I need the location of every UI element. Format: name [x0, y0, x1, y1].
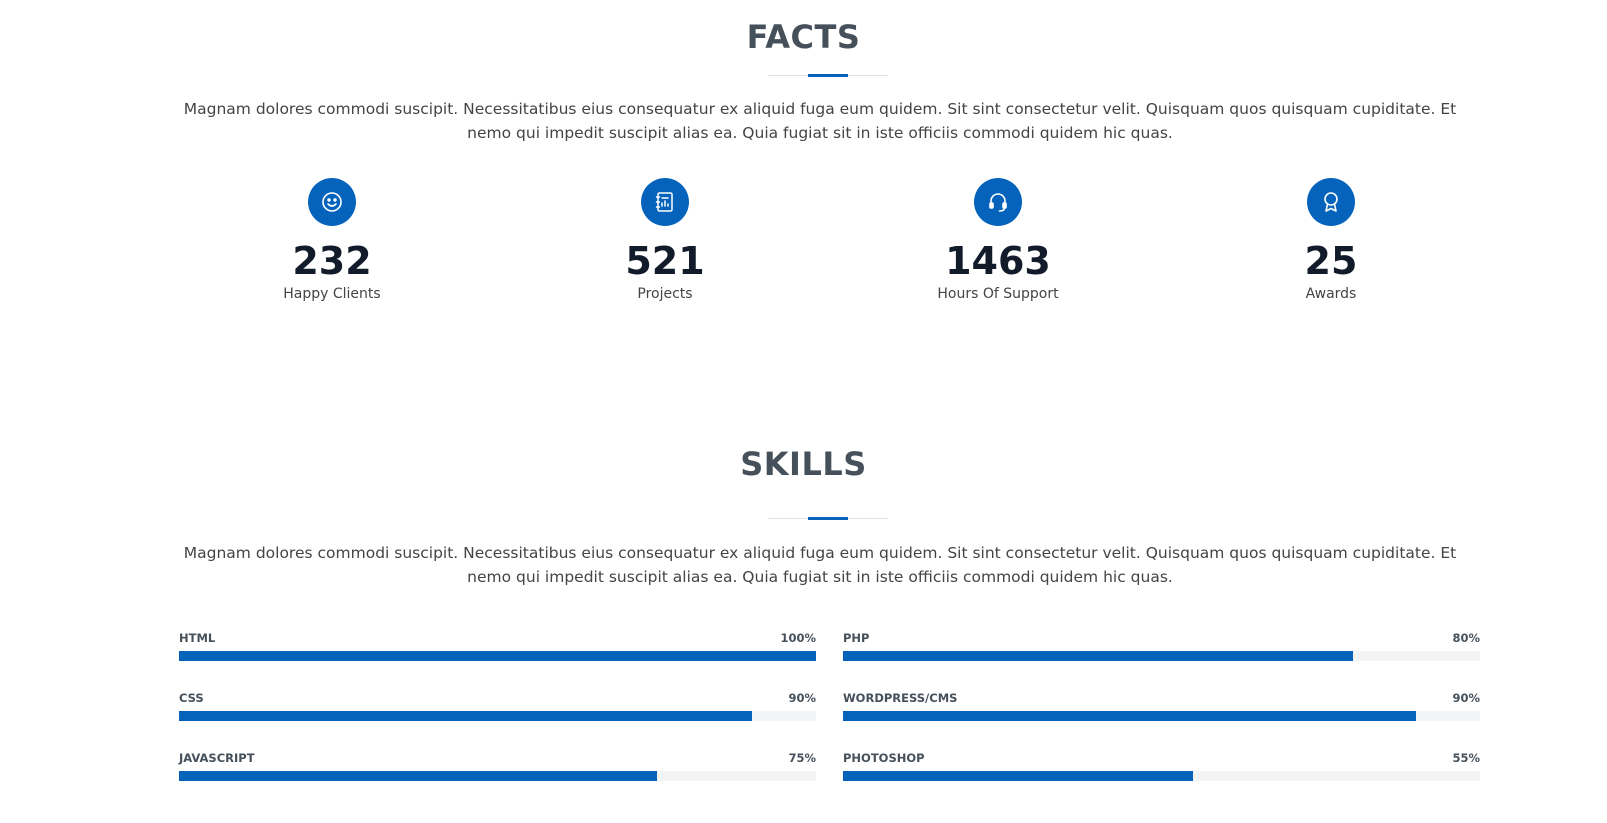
- fact-number: 1463: [945, 239, 1051, 283]
- skill-progress-track: [179, 771, 816, 781]
- fact-label: Hours Of Support: [937, 286, 1059, 302]
- skill-progress-fill: [179, 711, 753, 721]
- skill-progress-fill: [843, 711, 1417, 721]
- skill-progress-fill: [843, 771, 1194, 781]
- fact-hours-of-support: 1463 Hours Of Support: [868, 178, 1128, 302]
- fact-projects: 521 Projects: [535, 178, 795, 302]
- skill-name: PHP: [843, 631, 870, 645]
- facts-title: FACTS: [746, 18, 861, 56]
- skill-progress-fill: [179, 651, 816, 661]
- skill-progress-fill: [179, 771, 657, 781]
- skill-progress-track: [179, 711, 816, 721]
- skill-name: PHOTOSHOP: [843, 751, 925, 765]
- skill-value: 55%: [1452, 751, 1480, 765]
- skills-title: SKILLS: [740, 445, 867, 483]
- skill-php: PHP 80%: [843, 631, 1480, 681]
- facts-description: Magnam dolores commodi suscipit. Necessi…: [183, 100, 1457, 142]
- skill-progress-track: [843, 651, 1480, 661]
- fact-awards: 25 Awards: [1201, 178, 1461, 302]
- fact-number: 232: [292, 239, 372, 283]
- skill-name: WORDPRESS/CMS: [843, 691, 958, 705]
- skill-progress-fill: [843, 651, 1353, 661]
- skill-css: CSS 90%: [179, 691, 816, 741]
- skill-wordpress-cms: WORDPRESS/CMS 90%: [843, 691, 1480, 741]
- skill-name: CSS: [179, 691, 204, 705]
- skill-progress-track: [179, 651, 816, 661]
- skill-photoshop: PHOTOSHOP 55%: [843, 751, 1480, 801]
- skill-value: 90%: [1452, 691, 1480, 705]
- skill-value: 90%: [788, 691, 816, 705]
- skill-name: JAVASCRIPT: [179, 751, 255, 765]
- smiley-icon: [308, 178, 356, 226]
- skill-javascript: JAVASCRIPT 75%: [179, 751, 816, 801]
- fact-label: Projects: [637, 286, 693, 302]
- fact-number: 521: [625, 239, 705, 283]
- journal-chart-icon: [641, 178, 689, 226]
- skill-html: HTML 100%: [179, 631, 816, 681]
- skills-description: Magnam dolores commodi suscipit. Necessi…: [183, 544, 1457, 586]
- fact-label: Awards: [1305, 286, 1357, 302]
- skill-progress-track: [843, 711, 1480, 721]
- fact-happy-clients: 232 Happy Clients: [202, 178, 462, 302]
- headset-icon: [974, 178, 1022, 226]
- skill-value: 75%: [788, 751, 816, 765]
- facts-title-accent: [808, 74, 848, 77]
- skill-name: HTML: [179, 631, 216, 645]
- skills-title-accent: [808, 517, 848, 520]
- skill-value: 80%: [1452, 631, 1480, 645]
- award-icon: [1307, 178, 1355, 226]
- fact-label: Happy Clients: [283, 286, 381, 302]
- skill-value: 100%: [780, 631, 816, 645]
- fact-number: 25: [1304, 239, 1358, 283]
- skill-progress-track: [843, 771, 1480, 781]
